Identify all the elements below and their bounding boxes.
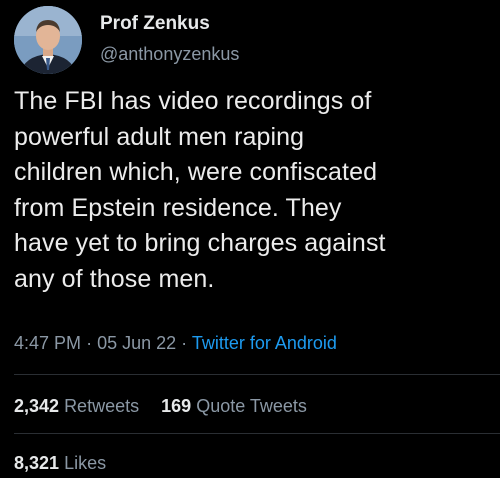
tweet-date[interactable]: 05 Jun 22 <box>97 333 176 353</box>
tweet-text: The FBI has video recordings of powerful… <box>14 87 386 293</box>
retweets-count: 2,342 <box>14 396 60 416</box>
tweet-time[interactable]: 4:47 PM <box>14 333 81 353</box>
divider <box>14 374 500 375</box>
user-handle[interactable]: @anthonyzenkus <box>100 44 239 65</box>
likes-stats: 8,321 Likes <box>14 453 106 474</box>
retweet-stats: 2,342 Retweets 169 Quote Tweets <box>14 396 307 417</box>
quote-tweets-label: Quote Tweets <box>196 396 307 416</box>
divider <box>14 433 500 434</box>
avatar[interactable] <box>14 6 82 74</box>
tweet-card: Prof Zenkus @anthonyzenkus The FBI has v… <box>0 0 500 478</box>
likes-label: Likes <box>64 453 107 473</box>
quote-tweets-count: 169 <box>161 396 192 416</box>
retweets-label: Retweets <box>64 396 140 416</box>
tweet-source-link[interactable]: Twitter for Android <box>192 333 337 353</box>
meta-separator: · <box>181 333 188 353</box>
likes-link[interactable]: 8,321 Likes <box>14 453 106 473</box>
retweets-link[interactable]: 2,342 Retweets <box>14 396 144 416</box>
likes-count: 8,321 <box>14 453 60 473</box>
meta-separator: · <box>86 333 93 353</box>
quote-tweets-link[interactable]: 169 Quote Tweets <box>161 396 307 416</box>
display-name[interactable]: Prof Zenkus <box>100 13 210 35</box>
profile-photo <box>14 6 82 74</box>
tweet-meta: 4:47 PM · 05 Jun 22 · Twitter for Androi… <box>14 333 337 354</box>
